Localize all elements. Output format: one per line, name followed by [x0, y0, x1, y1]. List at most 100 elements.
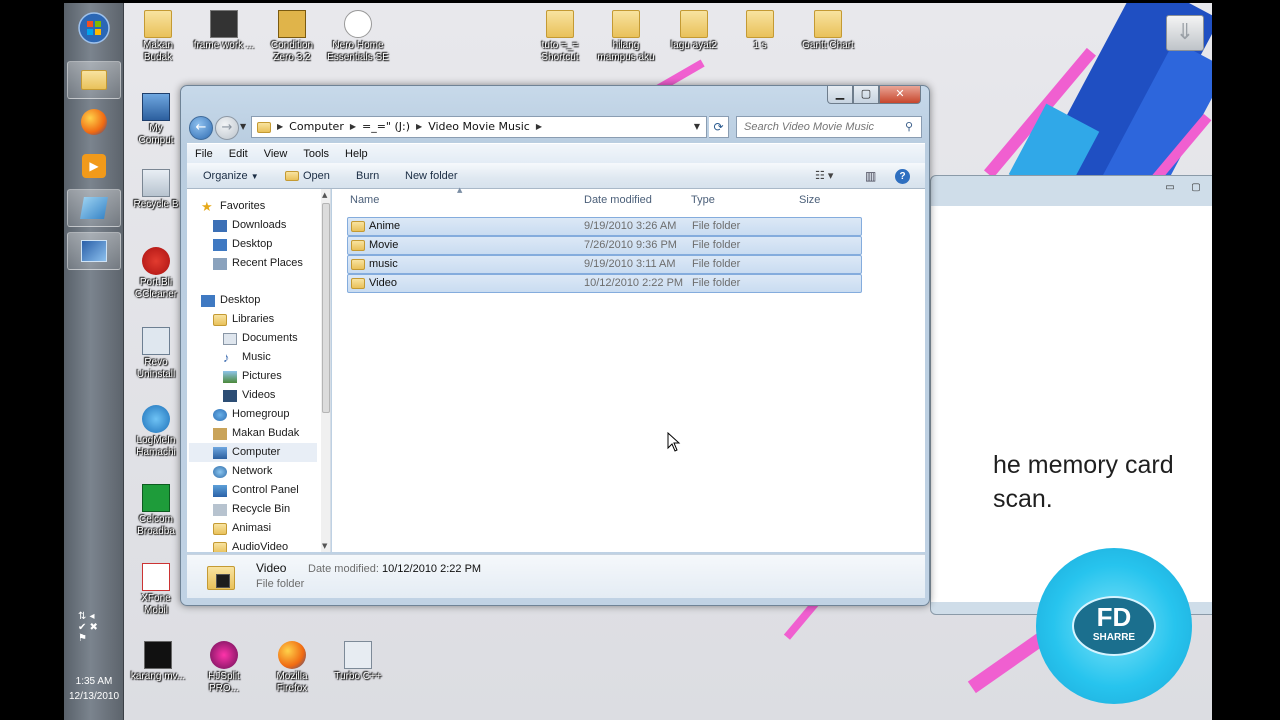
desktop-icon-revo[interactable]: Revo Uninstall — [124, 327, 188, 381]
desktop-icon-framework[interactable]: frame work ... — [192, 10, 256, 52]
breadcrumb-arrow-icon[interactable]: ▶ — [275, 117, 285, 137]
desktop-icon-makan-budak[interactable]: Makan Budak — [126, 10, 190, 64]
menu-help[interactable]: Help — [337, 148, 376, 160]
nav-videos[interactable]: Videos — [223, 386, 275, 405]
nav-music[interactable]: ♪ Music — [223, 348, 271, 367]
column-header-size[interactable]: Size — [799, 189, 820, 211]
recent-pages-dropdown-icon[interactable]: ▼ — [240, 122, 246, 131]
nav-libraries[interactable]: Libraries — [213, 310, 274, 329]
desktop-icon-firefox[interactable]: Mozilla Firefox — [260, 641, 324, 695]
desktop-icon-lagu-ayat[interactable]: lagu ayat2 — [662, 10, 726, 52]
taskbar-firefox-button[interactable] — [67, 103, 121, 141]
address-dropdown-icon[interactable]: ▼ — [694, 117, 700, 137]
explorer-window[interactable]: ▁ ▢ ✕ ← → ▼ ▶ Computer ▶ =_=" (J:) ▶ Vid… — [180, 85, 930, 606]
address-bar[interactable]: ▶ Computer ▶ =_=" (J:) ▶ Video Movie Mus… — [251, 116, 707, 138]
desktop-icon-xfone[interactable]: XFone Mobil — [124, 563, 188, 617]
forward-button[interactable]: → — [215, 116, 239, 140]
desktop-icon-ccleaner[interactable]: Port.Bli CCleaner — [124, 247, 188, 301]
celcom-icon — [142, 484, 170, 512]
nav-recent-places[interactable]: Recent Places — [213, 254, 303, 273]
desktop-icon-recycle-bin[interactable]: Recycle B — [124, 169, 188, 211]
nav-animasi[interactable]: Animasi — [213, 519, 271, 538]
table-row[interactable]: Video 10/12/2010 2:22 PM File folder — [347, 274, 862, 293]
desktop-icon-tuto-shortcut[interactable]: tuto =_= Shortcut — [528, 10, 592, 64]
menu-view[interactable]: View — [256, 148, 296, 160]
navigation-pane[interactable]: ★ Favorites Downloads Desktop Recent Plac… — [187, 189, 331, 552]
desktop-icon-gantt-chart[interactable]: Gantt Chart — [796, 10, 860, 52]
maximize-icon[interactable]: ▢ — [1185, 182, 1207, 196]
help-icon[interactable]: ? — [895, 163, 910, 189]
desktop-icon-karang[interactable]: karang mv... — [126, 641, 190, 683]
xfone-icon — [142, 563, 170, 591]
nav-recycle-bin[interactable]: Recycle Bin — [213, 500, 290, 519]
taskbar-media-button[interactable]: ▶ — [67, 147, 121, 185]
table-row[interactable]: music 9/19/2010 3:11 AM File folder — [347, 255, 862, 274]
menu-file[interactable]: File — [187, 148, 221, 160]
table-row[interactable]: Anime 9/19/2010 3:26 AM File folder — [347, 217, 862, 236]
breadcrumb-computer[interactable]: Computer — [285, 117, 348, 137]
menu-tools[interactable]: Tools — [295, 148, 337, 160]
breadcrumb-drive[interactable]: =_=" (J:) — [358, 117, 414, 137]
desktop-icon-hjsplit[interactable]: HJSplit PRO... — [192, 641, 256, 695]
burn-button[interactable]: Burn — [356, 163, 379, 189]
nav-desktop-favorite[interactable]: Desktop — [213, 235, 272, 254]
nav-downloads[interactable]: Downloads — [213, 216, 286, 235]
nav-desktop[interactable]: Desktop — [201, 291, 260, 310]
nav-favorites[interactable]: ★ Favorites — [201, 197, 265, 216]
nav-computer[interactable]: Computer — [189, 443, 317, 462]
breadcrumb-arrow-icon[interactable]: ▶ — [534, 117, 544, 137]
libraries-icon — [213, 313, 227, 326]
open-button[interactable]: Open — [285, 163, 330, 189]
nav-control-panel[interactable]: Control Panel — [213, 481, 299, 500]
file-list[interactable]: Name ▲ Date modified Type Size Anime 9/1… — [332, 186, 925, 552]
nav-scroll-thumb[interactable] — [322, 203, 330, 413]
nav-network[interactable]: Network — [213, 462, 272, 481]
view-options-icon[interactable]: ☷ ▾ — [815, 163, 833, 189]
clock-date[interactable]: 12/13/2010 — [64, 691, 124, 702]
preview-pane-icon[interactable]: ▥ — [865, 163, 876, 189]
desktop-icon-turbo-c[interactable]: Turbo C++ — [326, 641, 390, 683]
start-button[interactable] — [67, 9, 121, 47]
search-input[interactable] — [736, 116, 922, 138]
nav-makan-budak[interactable]: Makan Budak — [213, 424, 299, 443]
taskbar-explorer-button[interactable] — [67, 61, 121, 99]
scroll-up-icon[interactable]: ▲ — [322, 191, 327, 199]
desktop-icon-1s[interactable]: 1 s — [728, 10, 792, 52]
nav-documents[interactable]: Documents — [223, 329, 298, 348]
column-header-type[interactable]: Type — [691, 189, 715, 211]
close-button[interactable]: ✕ — [879, 86, 921, 104]
refresh-button[interactable]: ⟳ — [709, 116, 729, 138]
minimize-icon[interactable]: ▭ — [1159, 182, 1181, 196]
breadcrumb-current-folder[interactable]: Video Movie Music — [424, 117, 534, 137]
tray-icons[interactable]: ⇅ ◂ ✔ ✖ ⚑ — [78, 611, 98, 644]
nav-audiovideo[interactable]: AudioVideo — [213, 538, 288, 552]
desktop-icon-hamachi[interactable]: LogMeIn Hamachi — [124, 405, 188, 459]
scroll-down-icon[interactable]: ▼ — [322, 542, 327, 550]
new-folder-button[interactable]: New folder — [405, 163, 458, 189]
search-icon[interactable]: ⚲ — [905, 120, 913, 133]
nav-homegroup[interactable]: Homegroup — [213, 405, 289, 424]
breadcrumb-arrow-icon[interactable]: ▶ — [414, 117, 424, 137]
desktop-icon-hilang[interactable]: hilang mampus aku — [594, 10, 658, 64]
nav-pictures[interactable]: Pictures — [223, 367, 282, 386]
desktop-icon-my-computer[interactable]: My Comput — [124, 93, 188, 147]
nav-scrollbar[interactable]: ▲ ▼ — [321, 189, 330, 552]
background-window[interactable]: ▭ ▢ ✕ — [930, 175, 1212, 615]
taskbar-app2-button[interactable] — [67, 232, 121, 270]
table-row[interactable]: Movie 7/26/2010 9:36 PM File folder — [347, 236, 862, 255]
app-icon — [80, 197, 108, 219]
organize-button[interactable]: Organize ▼ — [203, 163, 259, 189]
column-header-date[interactable]: Date modified — [584, 189, 652, 211]
back-button[interactable]: ← — [189, 116, 213, 140]
download-arrow-icon[interactable]: ⇓ — [1166, 15, 1204, 51]
maximize-button[interactable]: ▢ — [853, 86, 879, 104]
desktop-icon-celcom[interactable]: Celcom Broadba — [124, 484, 188, 538]
column-header-name[interactable]: Name — [350, 189, 379, 211]
breadcrumb-arrow-icon[interactable]: ▶ — [348, 117, 358, 137]
desktop-icon-nero[interactable]: Nero Home Essentials SE — [326, 10, 390, 64]
menu-edit[interactable]: Edit — [221, 148, 256, 160]
taskbar-app-button[interactable] — [67, 189, 121, 227]
clock-time[interactable]: 1:35 AM — [64, 676, 124, 687]
minimize-button[interactable]: ▁ — [827, 86, 853, 104]
desktop-icon-condition-zero[interactable]: Condition Zero 3.2 — [260, 10, 324, 64]
